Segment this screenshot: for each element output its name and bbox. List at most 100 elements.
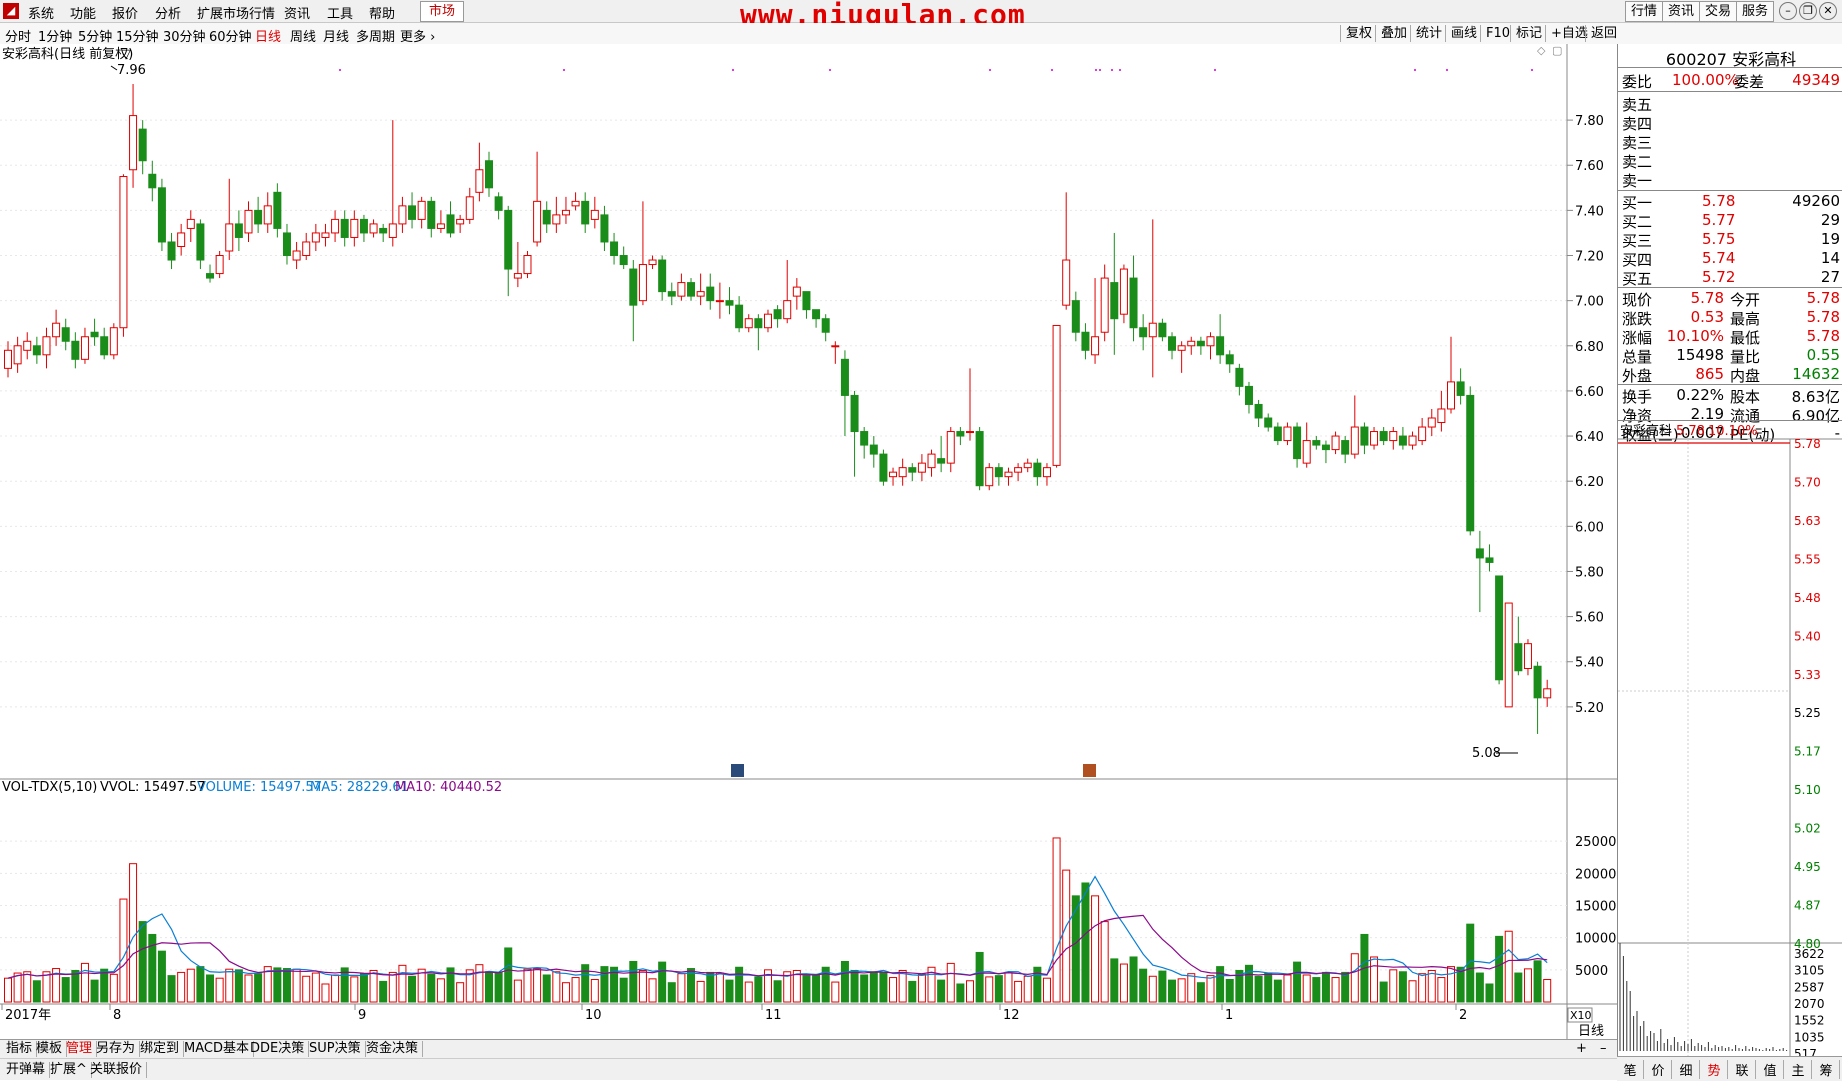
candle-body <box>494 196 503 211</box>
period-1min[interactable]: 1分钟 <box>38 26 72 45</box>
candle-body <box>889 471 898 478</box>
market-button[interactable]: 行情 <box>1625 1 1664 22</box>
volume-bar <box>359 973 368 1003</box>
event-dot <box>1531 69 1533 71</box>
candle-body <box>1177 345 1186 351</box>
volume-bar <box>994 975 1003 1003</box>
candle-body <box>1119 268 1128 315</box>
menu-extended-market[interactable]: 扩展市场行情 <box>197 3 275 22</box>
menu-quote[interactable]: 报价 <box>112 3 138 22</box>
candle-body <box>1283 426 1292 442</box>
service-button[interactable]: 服务 <box>1736 1 1775 22</box>
date-label: 1 <box>1225 1008 1233 1023</box>
candle-body <box>667 291 676 297</box>
rtab-value[interactable]: 值 <box>1757 1060 1784 1079</box>
tool-overlay[interactable]: 叠加 <box>1375 25 1412 42</box>
menu-analysis[interactable]: 分析 <box>155 3 181 22</box>
sell5-label: 卖五 <box>1622 96 1653 114</box>
rtab-link[interactable]: 联 <box>1729 1060 1756 1079</box>
candle-body <box>1052 324 1061 466</box>
period-more[interactable]: 更多 › <box>400 26 435 45</box>
volume-bar <box>254 973 263 1003</box>
tab-danmaku[interactable]: 开弹幕 <box>2 1062 51 1078</box>
volume-bar <box>1187 973 1196 1003</box>
weibi-value: 100.00% <box>1672 71 1739 89</box>
trade-button[interactable]: 交易 <box>1699 1 1738 22</box>
weicha-label: 委差 <box>1734 73 1765 91</box>
period-5min[interactable]: 5分钟 <box>78 26 112 45</box>
tool-draw[interactable]: 画线 <box>1445 25 1482 42</box>
date-label: 11 <box>765 1008 782 1023</box>
intraday-chart[interactable]: 安彩高科 5.78 10.10% 5.78 5.70 5.63 5.55 5.48 5.4… <box>1618 421 1842 1056</box>
candle-body <box>850 394 859 433</box>
candle-body <box>533 200 542 243</box>
rtab-trend[interactable]: 势 <box>1701 1060 1728 1079</box>
stat-row: 现价 5.78 今开 5.78 <box>1622 289 1840 309</box>
finance-marker-icon[interactable] <box>731 764 744 777</box>
period-monthly[interactable]: 月线 <box>323 26 349 45</box>
tool-back[interactable]: 返回 <box>1585 25 1622 42</box>
zoom-out-icon[interactable]: – <box>1600 1041 1607 1056</box>
tool-mark[interactable]: 标记 <box>1510 25 1547 42</box>
rtab-chip[interactable]: 筹 <box>1813 1060 1840 1079</box>
tab-save-as[interactable]: 另存为 <box>92 1041 141 1057</box>
period-60min[interactable]: 60分钟 <box>209 26 252 45</box>
period-15min[interactable]: 15分钟 <box>116 26 159 45</box>
buy-row: 买二 5.77 29 <box>1622 211 1840 231</box>
volume-bar <box>1331 977 1340 1003</box>
period-daily[interactable]: 日线 <box>255 26 281 45</box>
rtab-main[interactable]: 主 <box>1785 1060 1812 1079</box>
market-tab[interactable]: 市场 <box>420 1 465 22</box>
volume-bar <box>273 967 282 1003</box>
intraday-vol-tick: 2070 <box>1794 997 1825 1011</box>
tab-sup[interactable]: SUP决策 <box>305 1041 366 1057</box>
candle-body <box>13 345 22 365</box>
rtab-price[interactable]: 价 <box>1645 1060 1672 1079</box>
tab-dde[interactable]: DDE决策 <box>246 1041 310 1057</box>
period-timeshare[interactable]: 分时 <box>5 26 31 45</box>
intraday-vol-tick: 3105 <box>1794 964 1825 978</box>
sell4-label: 卖四 <box>1622 115 1653 133</box>
news-marker-icon[interactable] <box>1083 764 1096 777</box>
chart-title-dropdown-icon[interactable]: ▽ <box>121 47 131 62</box>
menu-help[interactable]: 帮助 <box>369 3 395 22</box>
stat-row: 涨跌 0.53 最高 5.78 <box>1622 308 1840 328</box>
menu-tools[interactable]: 工具 <box>327 3 353 22</box>
rtab-detail[interactable]: 细 <box>1673 1060 1700 1079</box>
multiplier-label: X10 <box>1570 1009 1592 1022</box>
minimize-icon[interactable]: – <box>1779 2 1797 20</box>
volume-bar <box>638 969 647 1003</box>
volume-bar <box>1408 980 1417 1003</box>
sell5-row: 卖五 <box>1622 94 1840 114</box>
event-dot <box>989 69 991 71</box>
menu-news[interactable]: 资讯 <box>284 3 310 22</box>
kline-chart[interactable]: 安彩高科(日线 前复权) ▽ 7.80 7.60 7.40 7.20 7.00 6.80 6… <box>0 44 1617 1039</box>
volume-bar <box>1254 975 1263 1003</box>
tool-stats[interactable]: 统计 <box>1410 25 1447 42</box>
volume-bar <box>917 973 926 1003</box>
volume-bar <box>417 968 426 1003</box>
close-icon[interactable]: ✕ <box>1819 2 1837 20</box>
tab-bind-to[interactable]: 绑定到 <box>136 1041 185 1057</box>
diamond-icon[interactable]: ◇ <box>1537 44 1546 57</box>
period-30min[interactable]: 30分钟 <box>163 26 206 45</box>
stat-value: 5.78 <box>1806 327 1840 345</box>
volume-bar <box>860 974 869 1003</box>
news-button[interactable]: 资讯 <box>1662 1 1701 22</box>
period-multi[interactable]: 多周期 <box>356 26 395 45</box>
tab-fund[interactable]: 资金决策 <box>362 1041 424 1057</box>
window-icon[interactable]: ▢ <box>1552 44 1562 57</box>
zoom-in-icon[interactable]: + <box>1576 1041 1587 1056</box>
tab-macd[interactable]: MACD基本 <box>180 1041 254 1057</box>
event-dot <box>829 69 831 71</box>
candle-body <box>1033 462 1042 478</box>
menu-system[interactable]: 系统 <box>28 3 54 22</box>
restore-icon[interactable]: ❐ <box>1799 2 1817 20</box>
rtab-trade[interactable]: 笔 <box>1617 1060 1644 1079</box>
candle-body <box>1129 277 1138 329</box>
menu-function[interactable]: 功能 <box>70 3 96 22</box>
tab-related-quote[interactable]: 关联报价 <box>86 1062 148 1078</box>
tool-adjust[interactable]: 复权 <box>1340 25 1377 42</box>
volume-bar <box>744 981 753 1003</box>
period-weekly[interactable]: 周线 <box>290 26 316 45</box>
